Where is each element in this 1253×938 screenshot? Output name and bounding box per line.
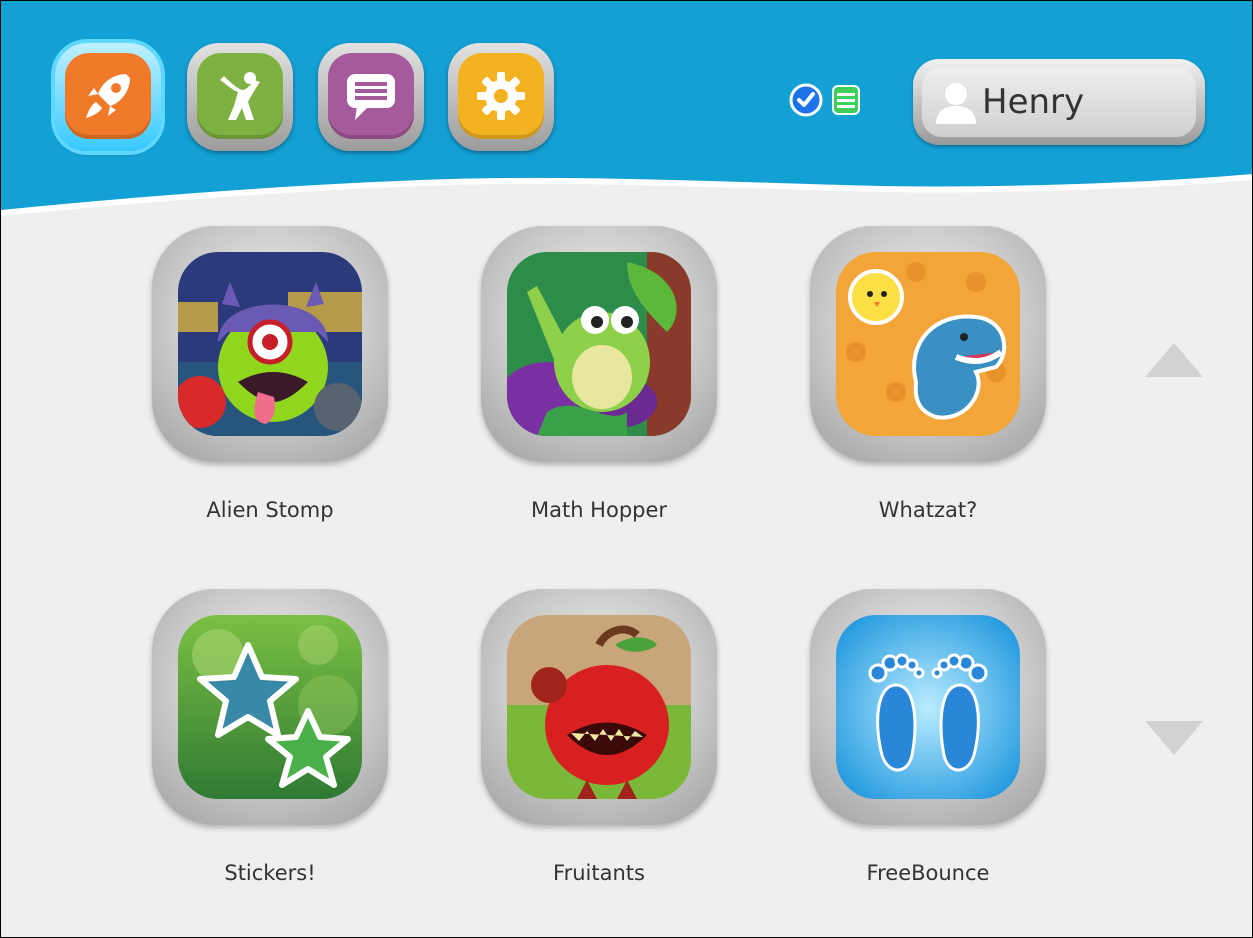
app-label: Whatzat? bbox=[878, 498, 978, 522]
list-icon bbox=[832, 85, 860, 115]
check-circle-icon bbox=[789, 83, 823, 117]
footprints-art bbox=[836, 615, 1020, 799]
nav-button-messages[interactable] bbox=[318, 43, 424, 151]
header-bar: Henry bbox=[1, 1, 1252, 236]
app-label: Stickers! bbox=[224, 861, 316, 885]
app-label: Math Hopper bbox=[530, 498, 668, 522]
nav-button-settings[interactable] bbox=[448, 43, 554, 151]
triangle-up-icon[interactable] bbox=[1143, 341, 1205, 379]
gear-icon bbox=[477, 72, 525, 120]
nav-button-activities[interactable] bbox=[187, 43, 293, 151]
nav-button-apps[interactable] bbox=[55, 43, 161, 151]
triangle-down-icon[interactable] bbox=[1143, 719, 1205, 757]
alien-monster-art bbox=[178, 252, 362, 436]
user-profile-inner: Henry bbox=[922, 67, 1196, 137]
stars-art bbox=[178, 615, 362, 799]
app-label: Fruitants bbox=[553, 861, 645, 885]
frog-art bbox=[507, 252, 691, 436]
app-label: Alien Stomp bbox=[206, 498, 334, 522]
status-indicators bbox=[789, 83, 863, 117]
chick-dinosaur-art bbox=[836, 252, 1020, 436]
rocket-icon bbox=[86, 74, 130, 118]
angry-apple-art bbox=[507, 615, 691, 799]
chat-bubble-icon bbox=[347, 74, 395, 120]
person-jumping-icon bbox=[220, 72, 260, 120]
person-silhouette-icon bbox=[936, 83, 976, 124]
user-name: Henry bbox=[982, 82, 1085, 122]
user-profile-button[interactable]: Henry bbox=[913, 59, 1205, 145]
app-label: FreeBounce bbox=[866, 861, 990, 885]
app-window: Henry Alien Stomp Math Hopper Whatzat? S… bbox=[0, 0, 1253, 938]
